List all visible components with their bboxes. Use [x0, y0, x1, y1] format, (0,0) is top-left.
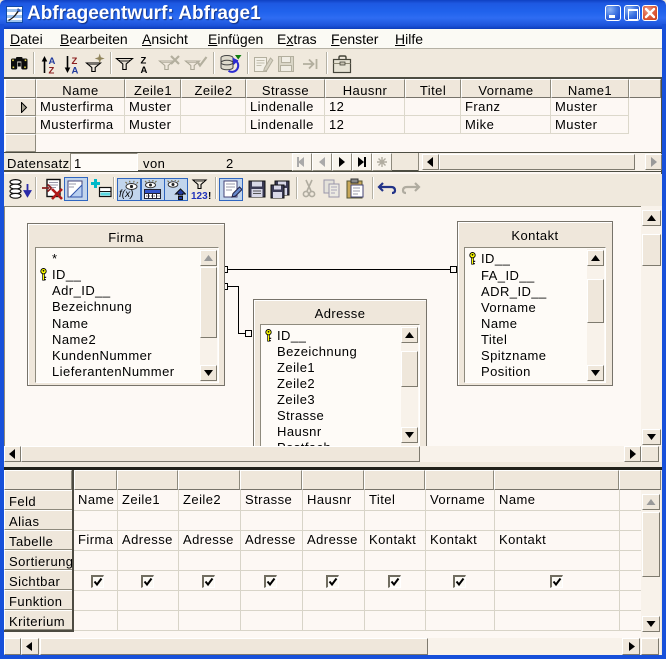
svg-text:A: A: [141, 65, 148, 74]
svg-text:A: A: [72, 66, 79, 75]
svg-text:f(x): f(x): [119, 189, 133, 200]
svg-text:Z: Z: [49, 66, 55, 75]
svg-text:!: !: [208, 191, 211, 201]
svg-text:123: 123: [191, 191, 208, 201]
